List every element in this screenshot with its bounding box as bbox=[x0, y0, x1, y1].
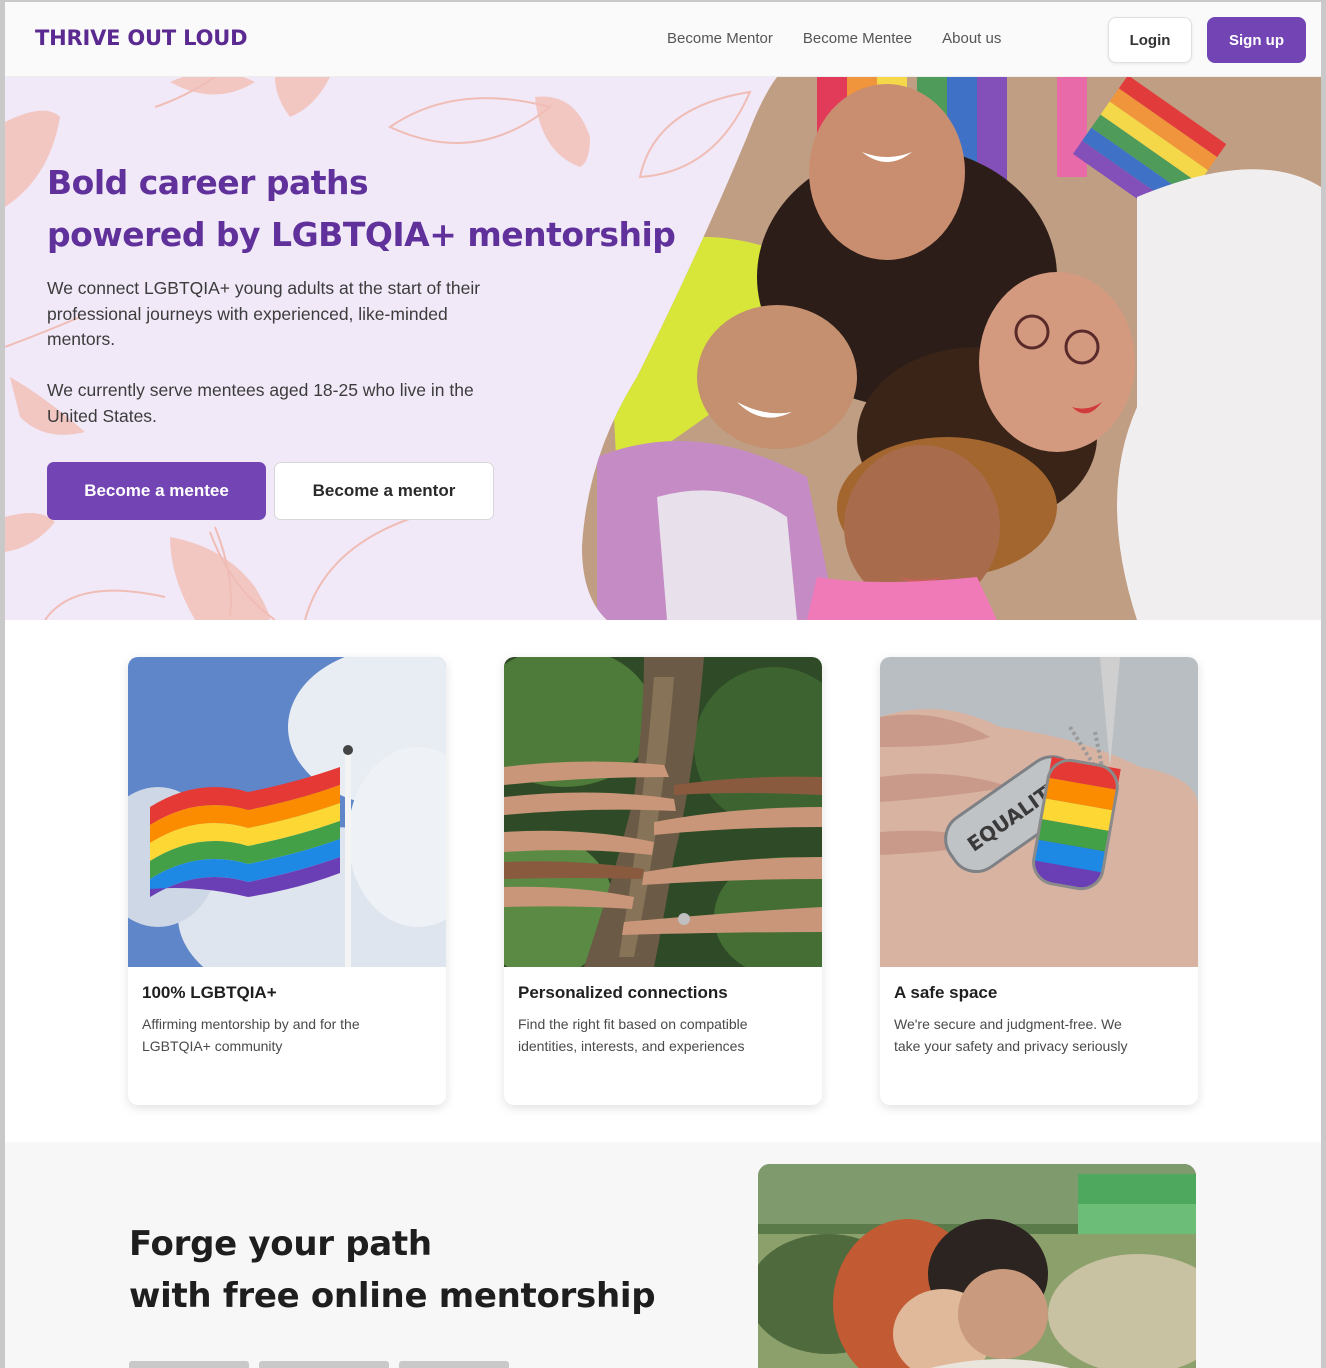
hero-eligibility-text: We currently serve mentees aged 18-25 wh… bbox=[47, 380, 474, 426]
mentorship-section: Forge your path with free online mentors… bbox=[5, 1142, 1321, 1368]
nav-become-mentee[interactable]: Become Mentee bbox=[803, 30, 912, 47]
mentorship-title: Forge your path with free online mentors… bbox=[129, 1218, 656, 1322]
hero-section: Bold career paths powered by LGBTQIA+ me… bbox=[5, 77, 1321, 620]
landing-page: THRIVE OUT LOUD Become Mentor Become Men… bbox=[0, 0, 1326, 1368]
equality-dog-tags-photo-icon: EQUALITY bbox=[880, 657, 1198, 967]
site-logo[interactable]: THRIVE OUT LOUD bbox=[35, 26, 248, 50]
login-button[interactable]: Login bbox=[1108, 17, 1192, 63]
hero-intro-text: We connect LGBTQIA+ young adults at the … bbox=[47, 278, 481, 349]
rainbow-flag-photo-icon bbox=[128, 657, 446, 967]
feature-card-lgbtqia: 100% LGBTQIA+ Affirming mentorship by an… bbox=[128, 657, 446, 1105]
feature-title: A safe space bbox=[894, 983, 998, 1002]
mentorship-title-line-2: with free online mentorship bbox=[129, 1276, 656, 1316]
feature-text: Find the right fit based on compatible i… bbox=[518, 1016, 748, 1054]
cut-off-text-icon bbox=[129, 1361, 509, 1368]
feature-title: Personalized connections bbox=[518, 983, 728, 1002]
nav-become-mentor[interactable]: Become Mentor bbox=[667, 30, 773, 47]
feature-text: Affirming mentorship by and for the LGBT… bbox=[142, 1016, 360, 1054]
hands-on-tree-photo-icon bbox=[504, 657, 822, 967]
site-header: THRIVE OUT LOUD Become Mentor Become Men… bbox=[5, 2, 1321, 77]
feature-text: We're secure and judgment-free. We take … bbox=[894, 1016, 1128, 1054]
group-portrait-photo-icon bbox=[582, 77, 1321, 620]
nav-about-us[interactable]: About us bbox=[942, 30, 1001, 47]
two-people-photo-icon bbox=[758, 1164, 1196, 1368]
signup-button[interactable]: Sign up bbox=[1207, 17, 1306, 63]
feature-card-safe-space: EQUALITY A safe space We're secure and j… bbox=[880, 657, 1198, 1105]
feature-title: 100% LGBTQIA+ bbox=[142, 983, 277, 1002]
become-mentee-button[interactable]: Become a mentee bbox=[47, 462, 266, 520]
become-mentor-button[interactable]: Become a mentor bbox=[274, 462, 494, 520]
feature-card-personalized: Personalized connections Find the right … bbox=[504, 657, 822, 1105]
main-nav: Become Mentor Become Mentee About us bbox=[667, 30, 1001, 47]
mentorship-title-line-1: Forge your path bbox=[129, 1224, 432, 1264]
